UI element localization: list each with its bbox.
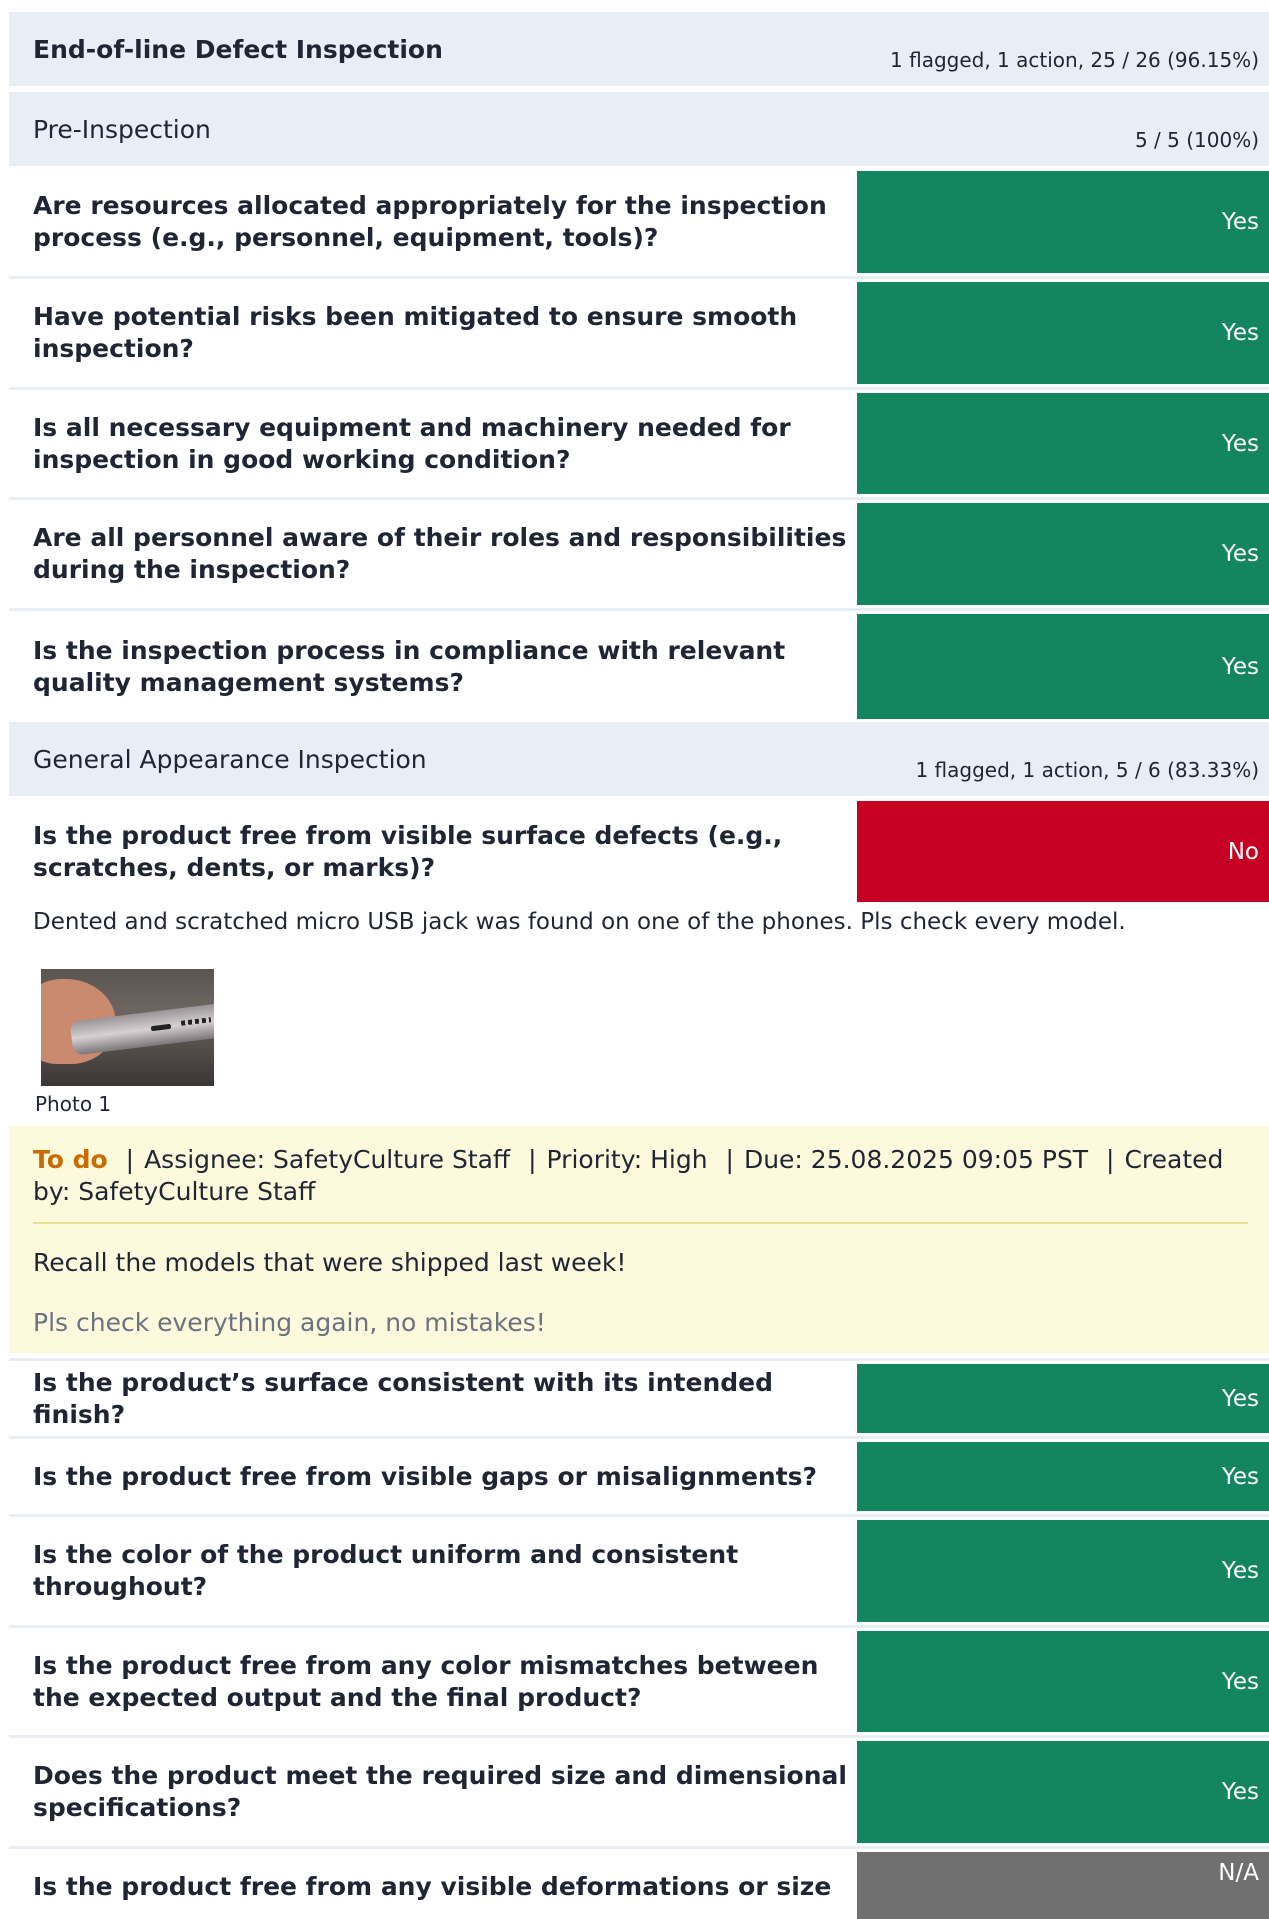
photo-caption: Photo 1 [35,1092,112,1116]
photo-thumbnail[interactable] [41,969,214,1086]
question-text: Have potential risks been mitigated to e… [33,302,798,363]
question-text: Is the product free from any color misma… [33,1650,819,1712]
answer-yes[interactable]: Yes [857,1520,1269,1622]
section-title: General Appearance Inspection [33,744,427,774]
question-text: Is the color of the product uniform and … [33,1540,739,1601]
question-row[interactable]: Are all personnel aware of their roles a… [9,500,1269,611]
question-text: Is the product free from any visible def… [33,1872,832,1901]
action-due: Due: 25.08.2025 09:05 PST [743,1145,1089,1174]
report-title: End-of-line Defect Inspection [33,34,443,64]
answer-yes[interactable]: Yes [857,282,1269,384]
answer-yes[interactable]: Yes [857,171,1269,273]
question-text: Does the product meet the required size … [33,1761,847,1822]
question-text: Are resources allocated appropriately fo… [33,191,827,252]
section-stats: 1 flagged, 1 action, 5 / 6 (83.33%) [915,758,1259,782]
question-row[interactable]: Are resources allocated appropriately fo… [9,168,1269,279]
answer-yes[interactable]: Yes [857,1364,1269,1433]
meta-separator: | [528,1145,537,1174]
action-title: Recall the models that were shipped last… [33,1248,627,1277]
section-general-appearance[interactable]: General Appearance Inspection 1 flagged,… [9,722,1269,796]
action-description: Pls check everything again, no mistakes! [33,1308,546,1337]
question-text: Is all necessary equipment and machinery… [33,412,791,474]
action-priority: Priority: High [546,1145,708,1174]
question-row[interactable]: Is the color of the product uniform and … [9,1517,1269,1628]
question-row[interactable]: Is all necessary equipment and machinery… [9,390,1269,500]
answer-na[interactable]: N/A [857,1852,1269,1919]
action-card[interactable]: To do | Assignee: SafetyCulture Staff | Pr… [9,1126,1269,1353]
question-row[interactable]: Is the product free from visible gaps or… [9,1439,1269,1517]
question-row[interactable]: Is the product free from any color misma… [9,1628,1269,1738]
question-row[interactable]: Is the product’s surface consistent with… [9,1361,1269,1439]
question-text: Is the inspection process in compliance … [33,635,786,697]
section-pre-inspection[interactable]: Pre-Inspection 5 / 5 (100%) [9,92,1269,166]
question-row[interactable]: Is the inspection process in compliance … [9,611,1269,722]
question-row[interactable]: Does the product meet the required size … [9,1738,1269,1849]
question-row[interactable]: Is the product free from any visible def… [9,1849,1269,1919]
question-text: Is the product free from visible surface… [33,820,783,882]
meta-separator: | [1106,1145,1115,1174]
report-stats: 1 flagged, 1 action, 25 / 26 (96.15%) [890,48,1259,72]
answer-no[interactable]: No [857,801,1269,902]
question-note: Dented and scratched micro USB jack was … [33,909,1126,935]
question-row-flagged[interactable]: Is the product free from visible surface… [9,798,1269,905]
answer-yes[interactable]: Yes [857,393,1269,494]
question-text: Is the product free from visible gaps or… [33,1461,818,1491]
action-status: To do [33,1145,108,1174]
meta-separator: | [725,1145,734,1174]
meta-separator: | [125,1145,135,1174]
action-assignee: Assignee: SafetyCulture Staff [144,1145,511,1174]
section-stats: 5 / 5 (100%) [1134,128,1259,152]
question-row[interactable]: Have potential risks been mitigated to e… [9,279,1269,390]
answer-yes[interactable]: Yes [857,1442,1269,1511]
answer-yes[interactable]: Yes [857,614,1269,719]
answer-yes[interactable]: Yes [857,1631,1269,1732]
section-title: Pre-Inspection [33,114,211,144]
answer-yes[interactable]: Yes [857,503,1269,605]
answer-yes[interactable]: Yes [857,1741,1269,1843]
action-meta: To do | Assignee: SafetyCulture Staff | Pr… [33,1126,1248,1224]
question-text: Are all personnel aware of their roles a… [33,523,847,584]
report-header: End-of-line Defect Inspection 1 flagged,… [9,12,1269,86]
question-text: Is the product’s surface consistent with… [33,1367,773,1429]
